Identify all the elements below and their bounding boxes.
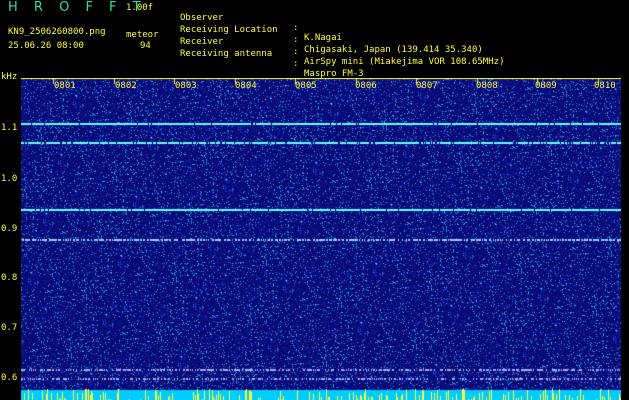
x-tick-label: 0808 bbox=[476, 81, 498, 91]
meteor-count: 94 bbox=[140, 41, 151, 51]
info-value: K.Nagai bbox=[304, 33, 342, 43]
x-tick-label: 0801 bbox=[54, 81, 76, 91]
y-tick-label: 0.9 bbox=[1, 224, 18, 234]
x-tick-label: 0804 bbox=[235, 81, 257, 91]
y-tick-label: 0.6 bbox=[1, 373, 18, 383]
spectrogram-display bbox=[21, 78, 621, 400]
info-separator: : bbox=[293, 23, 299, 33]
y-tick-label: 1.1 bbox=[1, 123, 18, 133]
x-tick-label: 0810 bbox=[594, 81, 616, 91]
x-tick-label: 0809 bbox=[535, 81, 557, 91]
x-tick-label: 0806 bbox=[355, 81, 377, 91]
info-separator: : bbox=[293, 35, 299, 45]
x-tick-label: 0805 bbox=[295, 81, 317, 91]
x-tick-label: 0803 bbox=[175, 81, 197, 91]
timestamp: 25.06.26 08:00 bbox=[8, 41, 84, 51]
info-key: Receiving antenna bbox=[180, 49, 273, 59]
y-axis-unit: kHz bbox=[1, 72, 18, 82]
info-separator: : bbox=[293, 59, 299, 69]
y-tick-label: 1.0 bbox=[1, 174, 18, 184]
info-separator: : bbox=[293, 47, 299, 57]
x-tick-label: 0807 bbox=[416, 81, 438, 91]
info-value: Chigasaki, Japan (139.414 35.340) bbox=[304, 45, 483, 55]
info-value: AirSpy mini (Miakejima VOR 108.65MHz) bbox=[304, 57, 505, 67]
app-version: 1.00f bbox=[126, 3, 154, 13]
file-name: KN9_2506260800.png bbox=[8, 27, 106, 37]
y-tick-label: 0.7 bbox=[1, 323, 18, 333]
y-tick-label: 0.8 bbox=[1, 273, 18, 283]
x-tick-label: 0802 bbox=[115, 81, 137, 91]
